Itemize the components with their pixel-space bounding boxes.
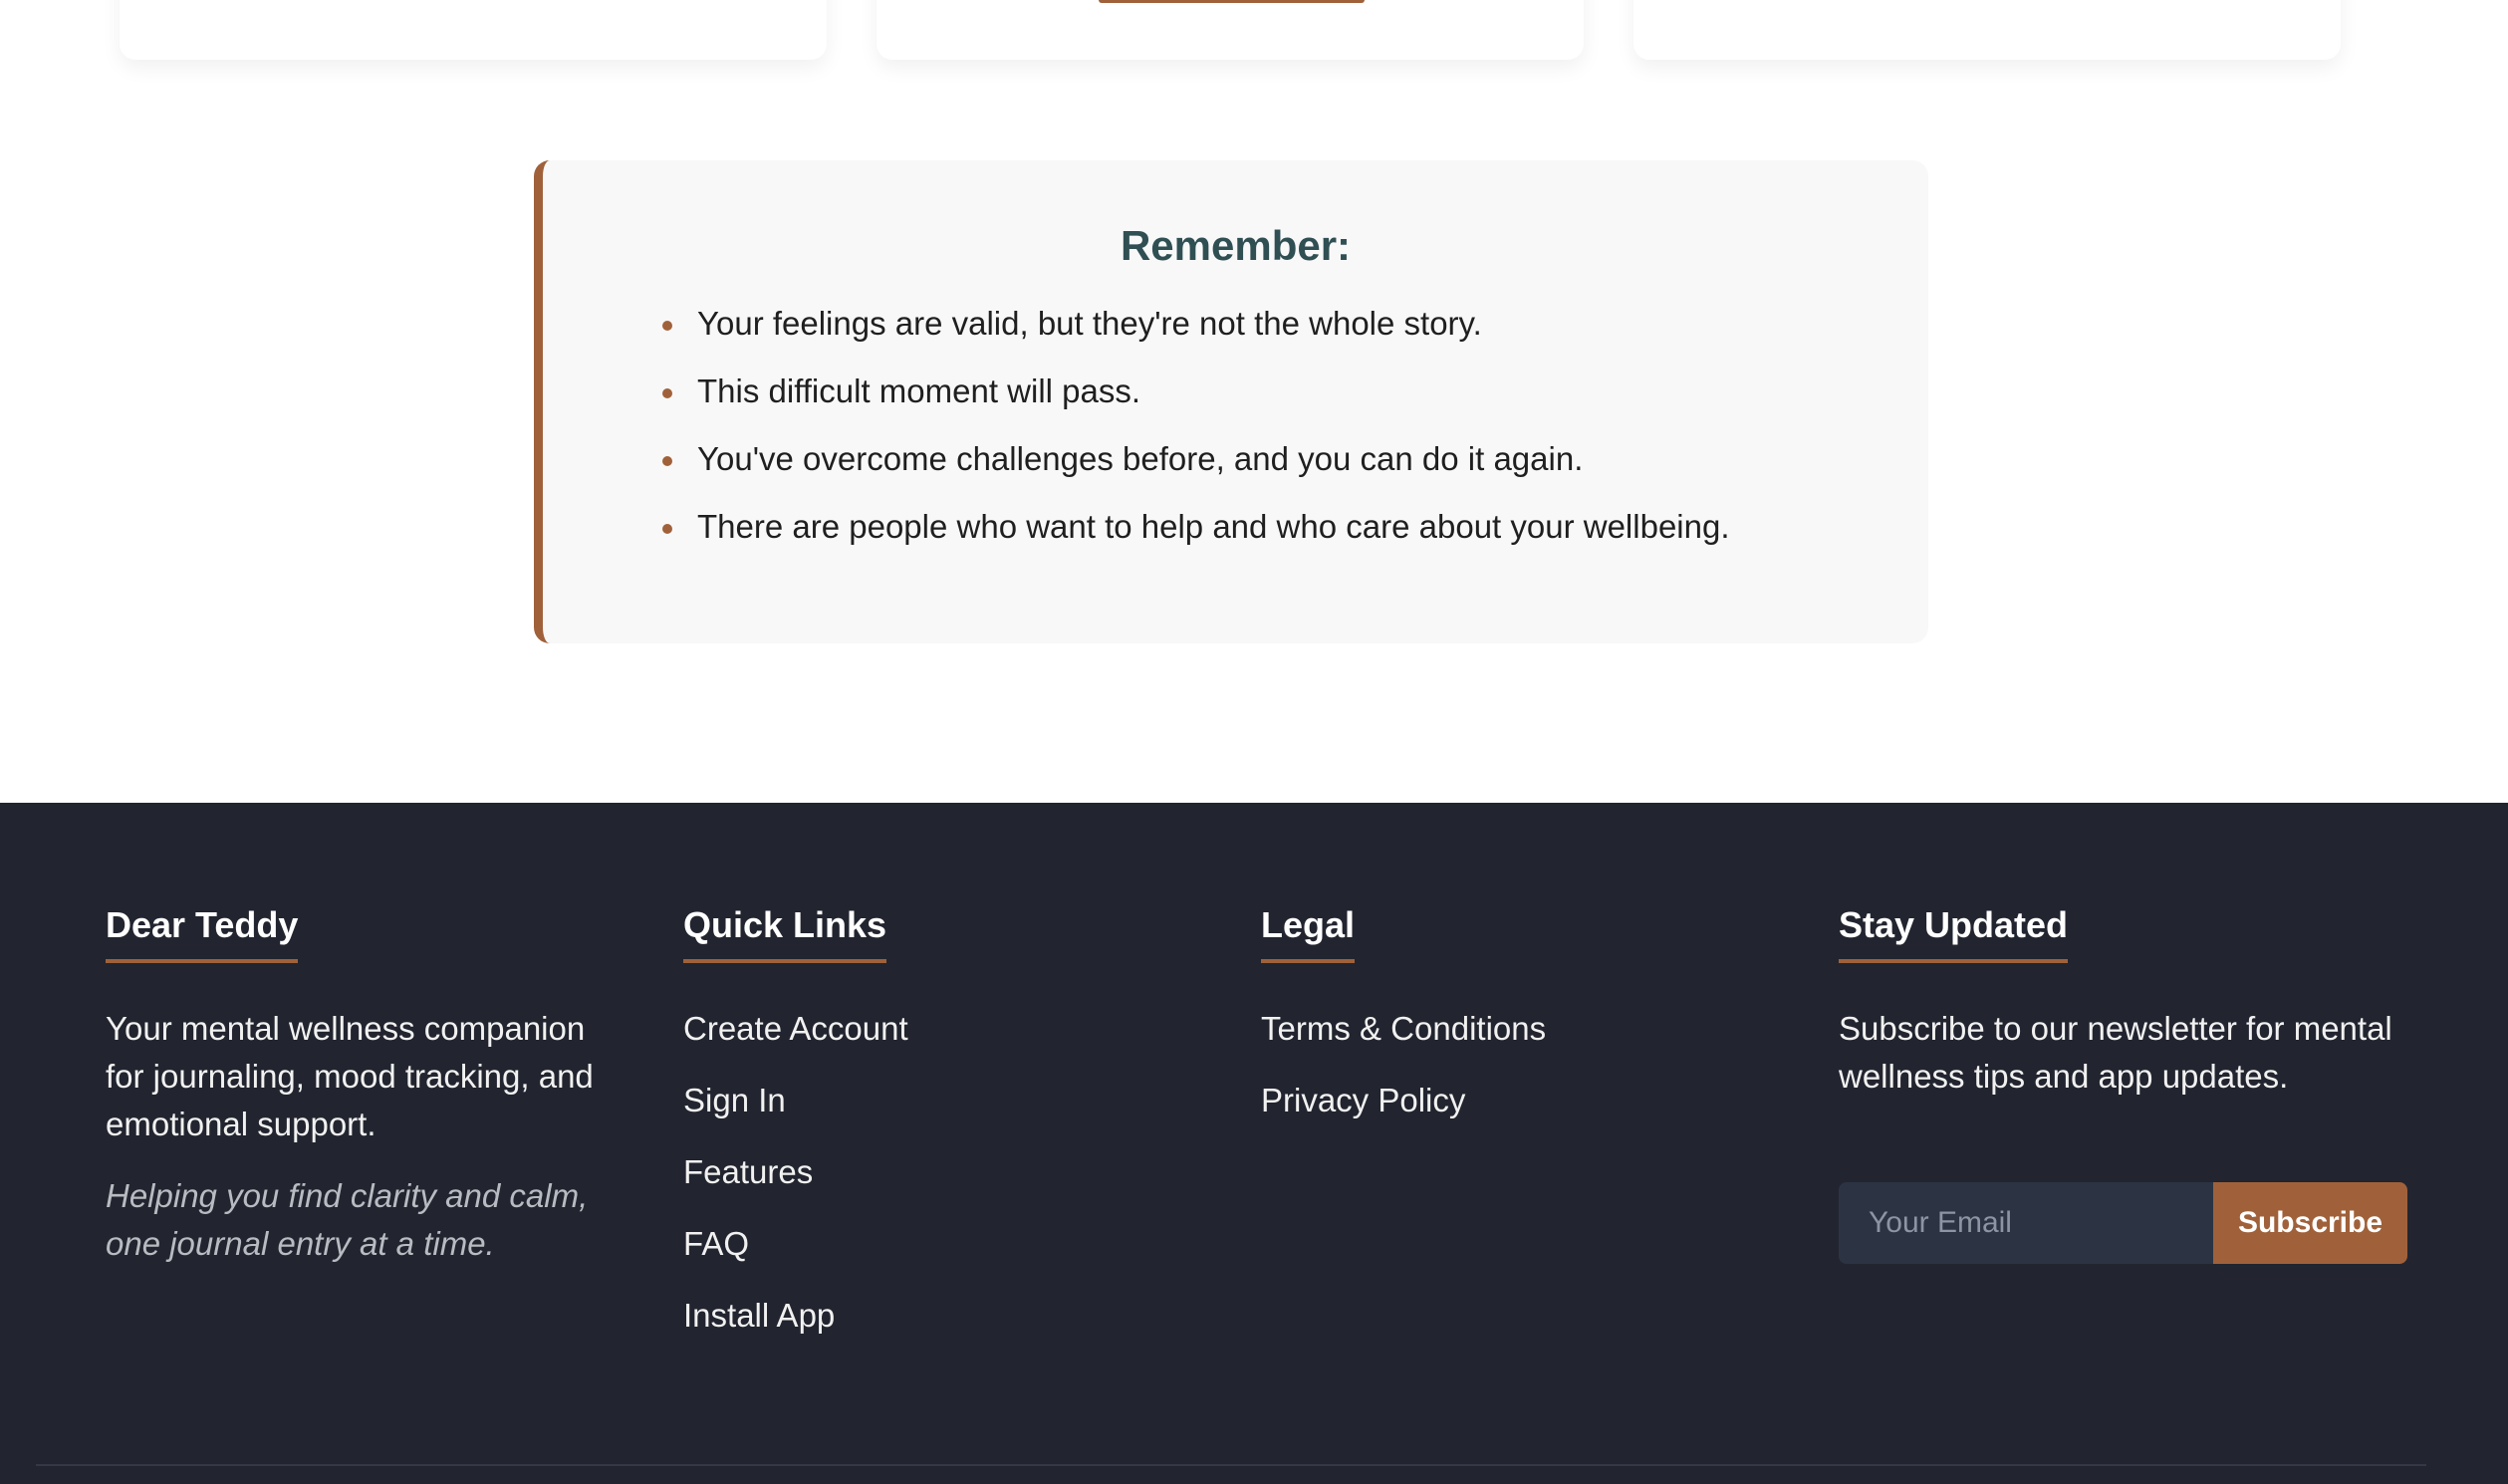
footer-quick-links-heading: Quick Links (683, 903, 887, 963)
newsletter-email-input[interactable] (1839, 1182, 2213, 1264)
remember-item: You've overcome challenges before, and y… (662, 435, 1730, 503)
bullet-icon (662, 456, 672, 466)
footer-brand-column: Dear Teddy Your mental wellness companio… (106, 903, 624, 1268)
footer-newsletter-column: Stay Updated Subscribe to our newsletter… (1839, 903, 2416, 1264)
footer-link-features[interactable]: Features (683, 1148, 1201, 1220)
subscribe-button[interactable]: Subscribe (2213, 1182, 2407, 1264)
footer-brand-heading: Dear Teddy (106, 903, 299, 963)
remember-item-text: You've overcome challenges before, and y… (697, 440, 1584, 477)
remember-title: Remember: (1120, 222, 1352, 269)
feature-cards-row (0, 0, 2508, 80)
footer-legal-column: Legal Terms & Conditions Privacy Policy (1261, 903, 1779, 1148)
footer-legal-heading: Legal (1261, 903, 1356, 963)
newsletter-description: Subscribe to our newsletter for mental w… (1839, 1010, 2392, 1095)
footer-brand-description: Your mental wellness companion for journ… (106, 1010, 594, 1142)
card-button-edge[interactable] (1099, 0, 1365, 3)
footer-link-privacy[interactable]: Privacy Policy (1261, 1077, 1779, 1148)
footer-link-install-app[interactable]: Install App (683, 1292, 1201, 1363)
remember-item: This difficult moment will pass. (662, 368, 1730, 435)
site-footer: Dear Teddy Your mental wellness companio… (0, 803, 2508, 1484)
footer-brand-tagline: Helping you find clarity and calm, one j… (106, 1177, 589, 1262)
footer-divider (36, 1464, 2426, 1466)
footer-quick-links-column: Quick Links Create Account Sign In Featu… (683, 903, 1201, 1363)
legal-links-list: Terms & Conditions Privacy Policy (1261, 1005, 1779, 1148)
footer-link-faq[interactable]: FAQ (683, 1220, 1201, 1292)
bullet-icon (662, 524, 672, 534)
footer-link-create-account[interactable]: Create Account (683, 1005, 1201, 1077)
remember-item: Your feelings are valid, but they're not… (662, 300, 1730, 368)
remember-item: There are people who want to help and wh… (662, 503, 1730, 571)
footer-link-sign-in[interactable]: Sign In (683, 1077, 1201, 1148)
remember-list: Your feelings are valid, but they're not… (662, 300, 1730, 571)
feature-card (1633, 0, 2341, 60)
footer-newsletter-heading: Stay Updated (1839, 903, 2069, 963)
newsletter-form: Subscribe (1839, 1182, 2407, 1264)
footer-link-terms[interactable]: Terms & Conditions (1261, 1005, 1779, 1077)
remember-box: Remember: Your feelings are valid, but t… (534, 160, 1928, 643)
bullet-icon (662, 388, 672, 398)
feature-card (877, 0, 1584, 60)
feature-card (120, 0, 827, 60)
bullet-icon (662, 321, 672, 331)
remember-item-text: There are people who want to help and wh… (697, 508, 1730, 545)
remember-item-text: Your feelings are valid, but they're not… (697, 305, 1482, 342)
remember-item-text: This difficult moment will pass. (697, 372, 1141, 409)
quick-links-list: Create Account Sign In Features FAQ Inst… (683, 1005, 1201, 1363)
